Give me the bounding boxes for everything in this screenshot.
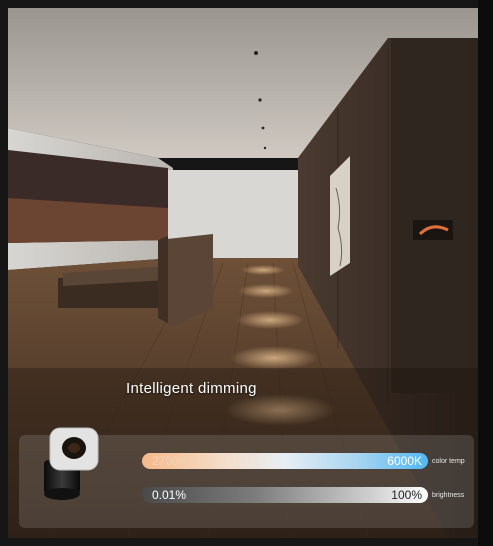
- color-temp-max: 6000K: [387, 454, 422, 468]
- downlight-device-icon: [30, 420, 110, 508]
- brightness-max: 100%: [391, 488, 422, 502]
- color-temp-min: 2700K: [152, 454, 187, 468]
- overlay-heading: Intelligent dimming: [126, 380, 257, 397]
- color-temp-bar: 2700K 6000K: [142, 453, 428, 469]
- image-edge: [478, 0, 493, 546]
- brightness-caption: brightness: [432, 492, 465, 499]
- brightness-min: 0.01%: [152, 488, 187, 502]
- product-image: Intelligent dimming 2700K 6000K color te…: [0, 0, 493, 546]
- brightness-bar: 0.01% 100%: [142, 487, 428, 503]
- color-temp-caption: color temp: [432, 458, 465, 465]
